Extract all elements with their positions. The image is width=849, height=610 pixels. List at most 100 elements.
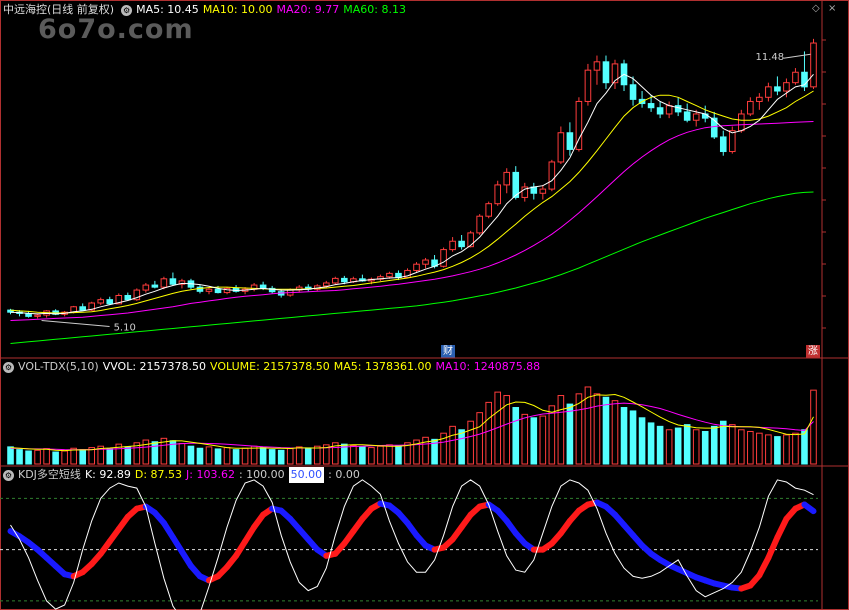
volume-bar: [539, 415, 547, 465]
volume-bar: [214, 448, 222, 465]
candle-body: [792, 71, 799, 84]
volume-bar: [295, 446, 303, 465]
volume-bar: [530, 417, 538, 465]
volume-bar: [593, 393, 601, 465]
volume-bar: [557, 395, 565, 465]
volume-bar: [674, 427, 682, 465]
volume-bar: [602, 396, 610, 465]
volume-bar: [16, 449, 23, 465]
volume-bar: [710, 425, 718, 465]
volume-bar: [665, 429, 673, 465]
kdj-trend-segment: [765, 534, 781, 561]
candle-body: [440, 249, 447, 267]
volume-bar: [656, 425, 664, 465]
candle-body: [467, 232, 474, 248]
candle-body: [584, 69, 592, 102]
volume-bar: [783, 434, 790, 465]
volume-bar: [277, 449, 285, 465]
candle-body: [602, 61, 610, 84]
low-pointer: [41, 319, 110, 327]
candle-body: [656, 107, 664, 115]
candle-body: [756, 96, 763, 102]
candle-body: [674, 105, 682, 113]
candle-body: [259, 284, 267, 289]
candle-body: [142, 284, 150, 291]
candle-body: [422, 259, 429, 265]
candle-body: [683, 111, 691, 121]
volume-bar: [52, 451, 59, 465]
kdj-trend-segment: [801, 501, 817, 515]
volume-bar: [61, 450, 68, 465]
ma60-line: [10, 191, 814, 344]
candle-body: [647, 103, 655, 109]
candle-body: [593, 61, 601, 71]
volume-bar: [810, 389, 817, 465]
candle-body: [124, 294, 132, 301]
volume-bar: [196, 447, 204, 465]
low-price-label: 5.10: [114, 322, 136, 333]
kdj-trend-segment: [774, 515, 790, 541]
volume-bar: [692, 429, 700, 465]
candle-body: [611, 63, 619, 84]
volume-bar: [359, 446, 366, 465]
volume-bar: [259, 447, 267, 465]
candle-body: [692, 113, 700, 121]
candle-body: [665, 105, 673, 115]
volume-bar: [485, 401, 492, 465]
volume-bar: [350, 445, 357, 465]
volume-bar: [458, 429, 465, 465]
volume-bar: [178, 442, 186, 465]
candle-body: [322, 282, 330, 287]
volume-bar: [304, 447, 312, 465]
high-price-label: 11.48: [755, 52, 784, 63]
candle-body: [774, 86, 781, 92]
volume-bar: [79, 449, 86, 465]
candle-body: [205, 288, 213, 292]
candle-body: [214, 288, 222, 294]
volume-bar: [25, 450, 32, 465]
volume-bar: [395, 445, 402, 465]
candle-body: [710, 117, 718, 138]
candle-body: [738, 113, 745, 132]
volume-bar: [801, 429, 808, 465]
candle-body: [765, 86, 772, 98]
volume-bar: [647, 422, 655, 465]
candle-body: [728, 130, 736, 153]
candle-body: [151, 284, 159, 288]
candle-body: [629, 84, 637, 100]
volume-bar: [313, 445, 321, 465]
volume-bar: [701, 430, 709, 465]
volume-bar: [223, 447, 231, 465]
candle-body: [566, 132, 574, 150]
candle-body: [485, 203, 492, 217]
ma10-line: [10, 90, 814, 314]
candle-body: [79, 306, 86, 311]
volume-bar: [467, 420, 474, 465]
volume-bar: [286, 448, 294, 465]
volume-bar: [250, 445, 258, 465]
volume-bar: [683, 424, 691, 465]
volume-bar: [151, 441, 159, 465]
volume-bar: [268, 449, 276, 465]
high-pointer: [783, 53, 811, 59]
candle-body: [169, 278, 177, 285]
kdj-j-line: [10, 479, 814, 610]
ma5-line: [10, 73, 814, 315]
volume-bar: [719, 420, 727, 465]
candle-body: [810, 42, 817, 88]
volume-bar: [629, 410, 637, 465]
candle-body: [413, 263, 420, 271]
candle-body: [160, 278, 168, 288]
volume-bar: [521, 413, 529, 465]
candle-body: [747, 100, 754, 115]
candle-body: [449, 240, 456, 251]
volume-bar: [43, 448, 50, 465]
ma20-line: [10, 121, 814, 321]
volume-bar: [7, 446, 14, 465]
volume-bar: [476, 412, 483, 465]
candle-body: [97, 299, 105, 304]
candle-body: [539, 188, 547, 194]
volume-bar: [548, 405, 556, 465]
volume-bar: [738, 429, 745, 465]
chart-canvas: 11.48 5.10: [0, 0, 849, 610]
